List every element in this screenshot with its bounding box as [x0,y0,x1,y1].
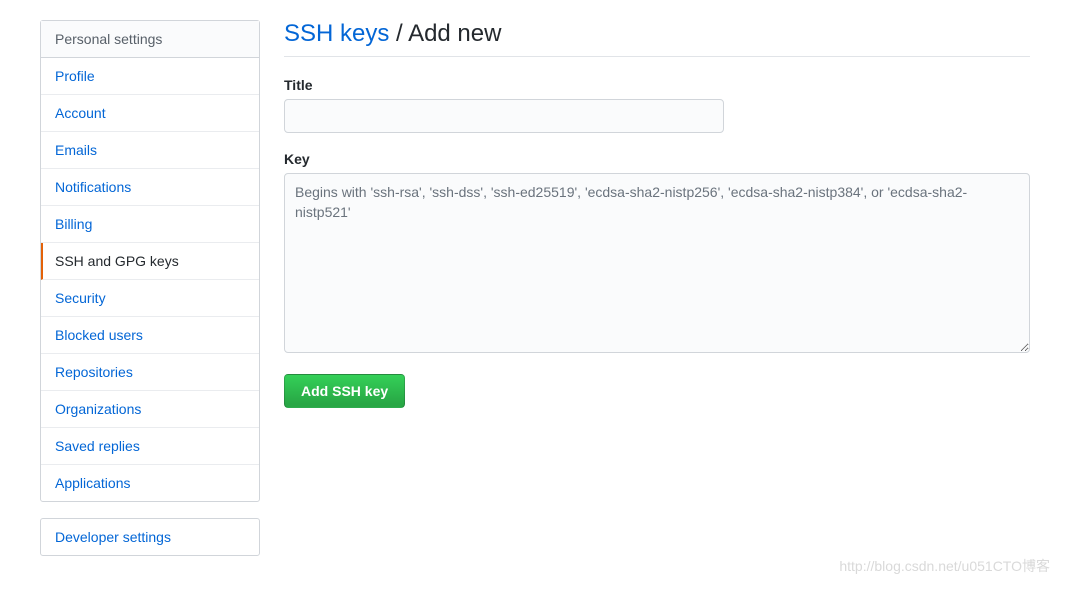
sidebar-header: Personal settings [41,21,259,58]
sidebar-item-blocked-users[interactable]: Blocked users [41,317,259,354]
sidebar-item-emails[interactable]: Emails [41,132,259,169]
breadcrumb-separator: / [389,20,408,47]
settings-sidebar: Personal settings Profile Account Emails… [40,20,260,572]
main-content: SSH keys / Add new Title Key Add SSH key [284,20,1030,572]
sidebar-item-repositories[interactable]: Repositories [41,354,259,391]
sidebar-item-notifications[interactable]: Notifications [41,169,259,206]
key-field-group: Key [284,151,1030,356]
sidebar-item-account[interactable]: Account [41,95,259,132]
sidebar-item-developer-settings[interactable]: Developer settings [41,519,259,555]
sidebar-item-applications[interactable]: Applications [41,465,259,501]
sidebar-item-billing[interactable]: Billing [41,206,259,243]
sidebar-item-profile[interactable]: Profile [41,58,259,95]
key-label: Key [284,151,1030,167]
developer-settings-menu: Developer settings [40,518,260,556]
title-label: Title [284,77,1030,93]
title-input[interactable] [284,99,724,133]
title-field-group: Title [284,77,1030,133]
personal-settings-menu: Personal settings Profile Account Emails… [40,20,260,502]
page-title: SSH keys / Add new [284,20,1030,57]
breadcrumb-link-ssh-keys[interactable]: SSH keys [284,20,389,47]
breadcrumb-current: Add new [408,20,501,47]
sidebar-item-saved-replies[interactable]: Saved replies [41,428,259,465]
sidebar-item-ssh-gpg-keys[interactable]: SSH and GPG keys [41,243,259,280]
key-textarea[interactable] [284,173,1030,353]
add-ssh-key-button[interactable]: Add SSH key [284,374,405,408]
sidebar-item-organizations[interactable]: Organizations [41,391,259,428]
sidebar-item-security[interactable]: Security [41,280,259,317]
